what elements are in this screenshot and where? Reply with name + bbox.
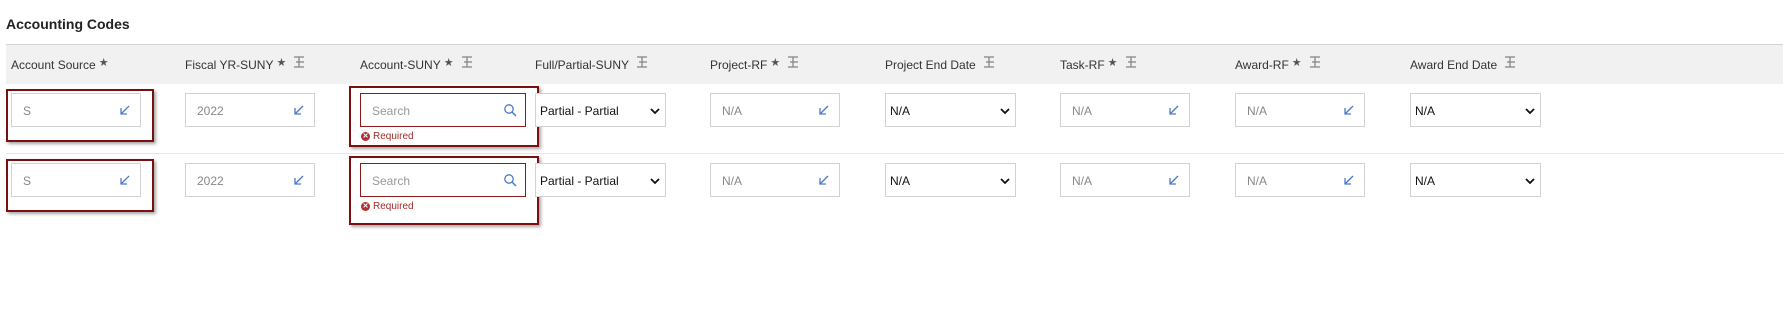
section-title: Accounting Codes	[6, 16, 130, 32]
required-star: ★	[98, 56, 109, 69]
column-label: Full/Partial-SUNY	[535, 58, 630, 72]
lookup-arrow-icon[interactable]	[1167, 173, 1181, 187]
column-label: Award-RF	[1235, 58, 1289, 72]
column-header-account-suny: Account-SUNY ★	[360, 55, 474, 72]
select-value: Partial - Partial	[540, 174, 619, 188]
lookup-arrow-icon[interactable]	[118, 173, 132, 187]
account-suny-search-input[interactable]: Search	[360, 93, 526, 127]
select-value: N/A	[890, 104, 911, 118]
column-label: Task-RF	[1060, 58, 1105, 72]
column-filter-icon[interactable]	[1124, 55, 1138, 69]
award-rf-field[interactable]: N/A	[1235, 163, 1365, 197]
column-filter-icon[interactable]	[292, 55, 306, 69]
field-value: 2022	[197, 104, 224, 118]
error-circle-icon: ✕	[361, 132, 370, 141]
lookup-arrow-icon[interactable]	[292, 173, 306, 187]
column-filter-icon[interactable]	[635, 55, 649, 69]
lookup-arrow-icon[interactable]	[817, 173, 831, 187]
column-label: Account-SUNY	[360, 58, 441, 72]
search-placeholder: Search	[372, 104, 411, 118]
required-star: ★	[276, 56, 287, 69]
field-value: 2022	[197, 174, 224, 188]
full-partial-select[interactable]: Partial - Partial	[535, 163, 666, 197]
column-header-fiscal-yr: Fiscal YR-SUNY ★	[185, 55, 306, 72]
error-text: Required	[373, 201, 414, 212]
field-value: N/A	[722, 174, 743, 188]
lookup-arrow-icon[interactable]	[1167, 103, 1181, 117]
column-header-project-rf: Project-RF ★	[710, 55, 800, 72]
chevron-down-icon	[1525, 178, 1535, 185]
field-value: N/A	[1072, 174, 1093, 188]
column-label: Account Source	[11, 58, 96, 72]
lookup-arrow-icon[interactable]	[118, 103, 132, 117]
error-circle-icon: ✕	[361, 202, 370, 211]
column-label: Project-RF	[710, 58, 768, 72]
task-rf-field[interactable]: N/A	[1060, 93, 1190, 127]
award-end-date-select[interactable]: N/A	[1410, 93, 1541, 127]
project-rf-field[interactable]: N/A	[710, 93, 840, 127]
chevron-down-icon	[1525, 108, 1535, 115]
project-end-date-select[interactable]: N/A	[885, 93, 1016, 127]
required-error: ✕ Required	[361, 201, 414, 212]
field-value: N/A	[722, 104, 743, 118]
field-value: S	[23, 104, 32, 118]
column-label: Fiscal YR-SUNY	[185, 58, 274, 72]
column-filter-icon[interactable]	[786, 55, 800, 69]
lookup-arrow-icon[interactable]	[1342, 173, 1356, 187]
lookup-arrow-icon[interactable]	[1342, 103, 1356, 117]
task-rf-field[interactable]: N/A	[1060, 163, 1190, 197]
award-rf-field[interactable]: N/A	[1235, 93, 1365, 127]
chevron-down-icon	[650, 178, 660, 185]
fiscal-yr-field[interactable]: 2022	[185, 163, 315, 197]
column-label: Award End Date	[1410, 58, 1498, 72]
error-text: Required	[373, 131, 414, 142]
column-filter-icon[interactable]	[1503, 55, 1517, 69]
column-filter-icon[interactable]	[982, 55, 996, 69]
select-value: N/A	[1415, 174, 1436, 188]
column-header-project-end-date: Project End Date	[885, 55, 996, 72]
field-value: N/A	[1247, 174, 1268, 188]
award-end-date-select[interactable]: N/A	[1410, 163, 1541, 197]
full-partial-select[interactable]: Partial - Partial	[535, 93, 666, 127]
column-label: Project End Date	[885, 58, 976, 72]
chevron-down-icon	[650, 108, 660, 115]
required-star: ★	[1291, 56, 1302, 69]
required-star: ★	[443, 56, 454, 69]
field-value: N/A	[1247, 104, 1268, 118]
column-header-account-source: Account Source ★	[11, 56, 109, 73]
required-star: ★	[770, 56, 781, 69]
required-error: ✕ Required	[361, 131, 414, 142]
column-filter-icon[interactable]	[1308, 55, 1322, 69]
search-icon[interactable]	[503, 173, 517, 187]
column-filter-icon[interactable]	[460, 55, 474, 69]
account-source-field[interactable]: S	[11, 163, 141, 197]
chevron-down-icon	[1000, 178, 1010, 185]
project-rf-field[interactable]: N/A	[710, 163, 840, 197]
search-icon[interactable]	[503, 103, 517, 117]
fiscal-yr-field[interactable]: 2022	[185, 93, 315, 127]
project-end-date-select[interactable]: N/A	[885, 163, 1016, 197]
column-header-award-rf: Award-RF ★	[1235, 55, 1322, 72]
lookup-arrow-icon[interactable]	[817, 103, 831, 117]
account-suny-search-input[interactable]: Search	[360, 163, 526, 197]
column-header-task-rf: Task-RF ★	[1060, 55, 1138, 72]
select-value: Partial - Partial	[540, 104, 619, 118]
column-header-award-end-date: Award End Date	[1410, 55, 1517, 72]
account-source-field[interactable]: S	[11, 93, 141, 127]
select-value: N/A	[1415, 104, 1436, 118]
column-header-full-partial: Full/Partial-SUNY	[535, 55, 649, 72]
select-value: N/A	[890, 174, 911, 188]
field-value: N/A	[1072, 104, 1093, 118]
search-placeholder: Search	[372, 174, 411, 188]
chevron-down-icon	[1000, 108, 1010, 115]
lookup-arrow-icon[interactable]	[292, 103, 306, 117]
row-divider	[6, 153, 1783, 154]
field-value: S	[23, 174, 32, 188]
required-star: ★	[1107, 56, 1118, 69]
